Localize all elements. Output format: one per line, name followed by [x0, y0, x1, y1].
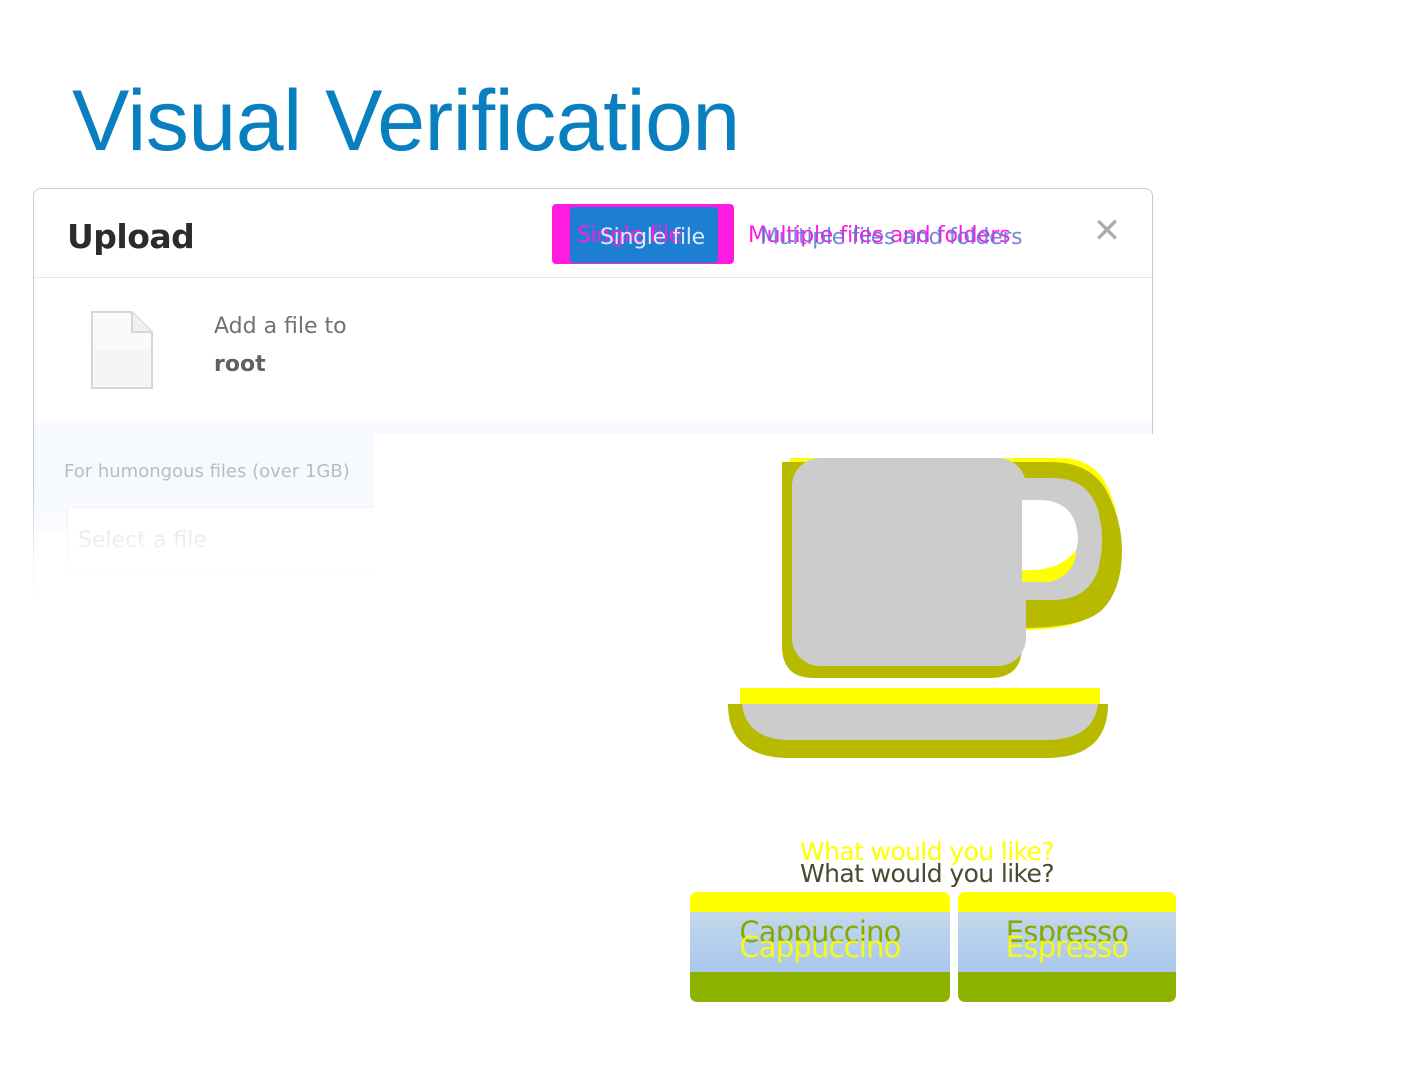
coffee-cup-icon	[728, 458, 1122, 758]
button-diff-bottom	[690, 972, 950, 1002]
cappuccino-label-shifted: Cappuccino	[739, 930, 901, 964]
question-text: What would you like?	[800, 859, 1055, 888]
humongous-files-note: For humongous files (over 1GB)	[64, 461, 350, 482]
espresso-button[interactable]: Espresso Espresso	[958, 892, 1176, 1002]
destination-folder: root	[214, 352, 266, 377]
tab-single-file-label: Single file	[600, 225, 705, 250]
tab-multiple-files[interactable]: Multiple files and folders	[760, 225, 1023, 250]
dialog-title: Upload	[67, 217, 195, 256]
button-diff-top	[958, 892, 1176, 914]
cappuccino-button[interactable]: Cappuccino Cappuccino	[690, 892, 950, 1002]
dialog-header: Upload Single file Single file Multiple …	[34, 189, 1152, 278]
slide-title: Visual Verification	[72, 73, 740, 169]
close-button[interactable]: ✕	[1092, 211, 1122, 251]
dialog-body: Add a file to root	[34, 278, 1152, 423]
close-icon: ✕	[1092, 211, 1122, 251]
document-icon	[91, 311, 153, 389]
button-diff-bottom	[958, 972, 1176, 1002]
button-diff-top	[690, 892, 950, 914]
espresso-label-shifted: Espresso	[1005, 930, 1129, 964]
add-file-label: Add a file to	[214, 314, 347, 339]
